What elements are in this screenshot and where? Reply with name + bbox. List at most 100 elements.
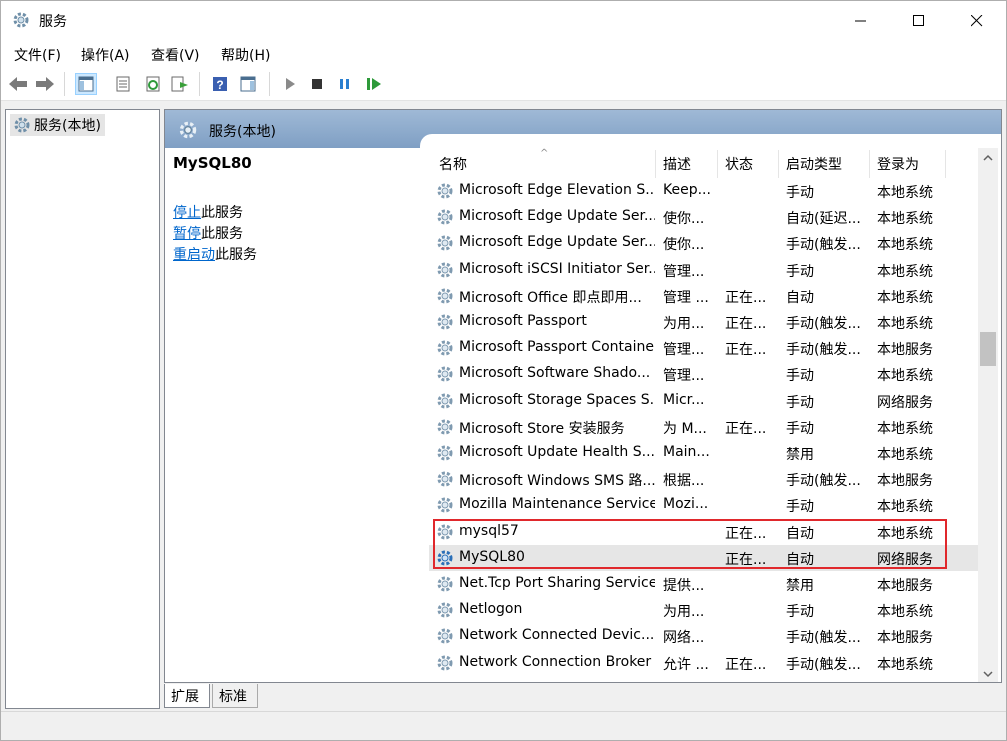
cell-log-on-as: 本地系统 (877, 656, 933, 673)
table-row[interactable]: Microsoft Update Health S... Main... 禁用 本地系… (429, 440, 985, 466)
service-gear-icon (435, 338, 455, 362)
cell-log-on-as: 本地系统 (877, 604, 933, 621)
close-button[interactable] (948, 1, 1006, 41)
menu-view[interactable]: 查看(V) (151, 45, 200, 65)
tree-item-services-local[interactable]: 服务(本地) (10, 114, 105, 136)
table-row[interactable]: Microsoft iSCSI Initiator Ser... 管理... 手动 本… (429, 257, 985, 283)
services-pane: 服务(本地) MySQL80 停止此服务 暂停此服务 重启动此服务 ^ 名称 描… (164, 109, 1002, 683)
selected-service-name: MySQL80 (173, 154, 252, 172)
cell-log-on-as: 本地系统 (877, 447, 933, 463)
export-list-icon[interactable] (169, 73, 191, 95)
cell-startup-type: 手动(触发... (786, 656, 861, 673)
cell-description: 管理... (663, 342, 705, 359)
table-row[interactable]: Microsoft Store 安装服务 为 M... 正在... 手动 本地系统 (429, 414, 985, 440)
cell-log-on-as: 本地服务 (877, 578, 933, 594)
pane-header-title: 服务(本地) (209, 124, 276, 140)
menu-action[interactable]: 操作(A) (81, 45, 130, 65)
service-gear-icon (435, 312, 455, 336)
table-row[interactable]: Microsoft Passport 为用... 正在... 手动(触发... 本地系统 (429, 309, 985, 335)
pause-service-icon[interactable] (334, 73, 356, 95)
tab-standard[interactable]: 标准 (212, 684, 258, 708)
cell-description: 提供... (663, 578, 705, 594)
scrollbar-thumb[interactable] (980, 332, 996, 366)
tab-extended[interactable]: 扩展 (164, 684, 210, 708)
cell-name: Microsoft Storage Spaces S... (459, 391, 655, 408)
start-service-icon[interactable] (279, 73, 301, 95)
service-gear-icon (435, 417, 455, 441)
help-icon[interactable]: ? (209, 73, 231, 95)
service-gear-icon (435, 181, 455, 205)
column-header-startup-type[interactable]: 启动类型 (786, 154, 842, 174)
restart-service-link[interactable]: 重启动 (173, 247, 215, 263)
table-row[interactable]: Microsoft Storage Spaces S... Micr... 手动 网络… (429, 388, 985, 414)
annotation-highlight-box (433, 519, 947, 569)
cell-description: 管理... (663, 263, 705, 280)
table-row[interactable]: Microsoft Passport Container 管理... 正在... 手动… (429, 335, 985, 361)
table-row[interactable]: Network Connected Devic... 网络... 手动(触发... 本… (429, 623, 985, 649)
stop-service-link[interactable]: 停止 (173, 205, 201, 221)
properties-icon[interactable] (112, 73, 134, 95)
cell-log-on-as: 本地系统 (877, 263, 933, 280)
column-header-name[interactable]: 名称 (439, 154, 467, 174)
table-row[interactable]: Mozilla Maintenance Service Mozi... 手动 本地系统 (429, 492, 985, 518)
menu-file[interactable]: 文件(F) (14, 45, 61, 65)
service-description-panel: MySQL80 停止此服务 暂停此服务 重启动此服务 (173, 154, 413, 263)
services-gear-icon (177, 119, 199, 145)
stop-service-icon[interactable] (306, 73, 328, 95)
cell-description: Mozi... (663, 496, 709, 513)
table-row[interactable]: Microsoft Edge Update Ser... 使你... 手动(触发..… (429, 230, 985, 256)
column-header-log-on-as[interactable]: 登录为 (877, 154, 919, 174)
cell-startup-type: 手动(触发... (786, 342, 861, 359)
cell-startup-type: 禁用 (786, 578, 814, 594)
refresh-icon[interactable] (142, 73, 164, 95)
table-row[interactable]: Net.Tcp Port Sharing Service 提供... 禁用 本地服务 (429, 571, 985, 597)
cell-name: Microsoft Update Health S... (459, 444, 655, 460)
cell-name: Microsoft Windows SMS 路... (459, 473, 655, 490)
menu-bar: 文件(F) 操作(A) 查看(V) 帮助(H) (1, 41, 1006, 67)
cell-log-on-as: 本地服务 (877, 473, 933, 490)
cell-startup-type: 手动 (786, 368, 814, 385)
action-pane-icon[interactable] (237, 73, 259, 95)
cell-name: Microsoft Edge Update Ser... (459, 208, 655, 225)
service-gear-icon (435, 495, 455, 519)
cell-description: Micr... (663, 391, 705, 408)
vertical-scrollbar[interactable] (978, 148, 998, 682)
column-header-description[interactable]: 描述 (663, 154, 691, 174)
cell-status: 正在... (725, 656, 767, 673)
cell-startup-type: 手动(触发... (786, 237, 861, 254)
minimize-button[interactable] (832, 1, 890, 41)
window-title: 服务 (39, 14, 67, 30)
table-row[interactable]: Microsoft Software Shado... 管理... 手动 本地系统 (429, 361, 985, 387)
cell-startup-type: 手动(触发... (786, 473, 861, 490)
service-gear-icon (435, 469, 455, 493)
cell-name: Microsoft Store 安装服务 (459, 420, 625, 437)
maximize-button[interactable] (890, 1, 948, 41)
table-header: ^ 名称 描述 状态 启动类型 登录为 (429, 148, 985, 178)
table-row[interactable]: Microsoft Windows SMS 路... 根据... 手动(触发... 本… (429, 466, 985, 492)
back-arrow-icon[interactable] (7, 73, 29, 95)
cell-description: 为 M... (663, 420, 707, 437)
table-row[interactable]: Microsoft Office 即点即用... 管理 ... 正在... 自动 本地系… (429, 283, 985, 309)
column-header-status[interactable]: 状态 (725, 154, 753, 174)
forward-arrow-icon[interactable] (34, 73, 56, 95)
cell-startup-type: 手动 (786, 185, 814, 201)
cell-description: 为用... (663, 316, 705, 332)
table-row[interactable]: Microsoft Edge Update Ser... 使你... 自动(延迟..… (429, 204, 985, 230)
cell-log-on-as: 本地系统 (877, 368, 933, 385)
table-row[interactable]: Netlogon 为用... 手动 本地系统 (429, 597, 985, 623)
cell-startup-type: 自动(延迟... (786, 211, 861, 228)
svg-text:?: ? (216, 78, 223, 92)
service-gear-icon (435, 574, 455, 598)
menu-help[interactable]: 帮助(H) (221, 45, 270, 65)
service-gear-icon (435, 443, 455, 467)
console-tree-icon[interactable] (75, 73, 97, 95)
cell-description: Main... (663, 444, 710, 460)
cell-description: 使你... (663, 211, 705, 228)
pause-service-link[interactable]: 暂停 (173, 226, 201, 242)
cell-log-on-as: 本地服务 (877, 630, 933, 647)
restart-service-icon[interactable] (363, 73, 385, 95)
pane-header: 服务(本地) (165, 110, 1001, 148)
action-restart: 重启动此服务 (173, 247, 257, 263)
table-row[interactable]: Network Connection Broker 允许 ... 正在... 手动(触… (429, 650, 985, 676)
table-row[interactable]: Microsoft Edge Elevation S... Keep... 手动 本地… (429, 178, 985, 204)
